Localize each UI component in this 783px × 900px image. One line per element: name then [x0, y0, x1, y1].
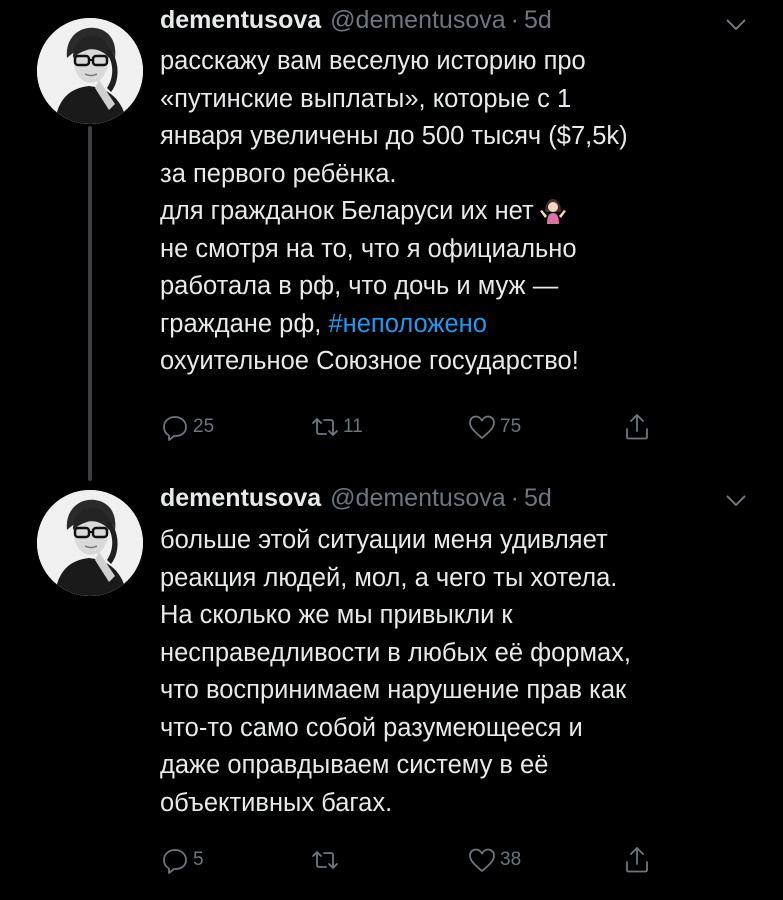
- hashtag-link[interactable]: #неположено: [328, 310, 486, 338]
- separator-dot: ·: [510, 484, 519, 512]
- user-handle[interactable]: @dementusova: [330, 6, 505, 35]
- person-shrugging-emoji: [539, 199, 566, 224]
- retweet-button[interactable]: [310, 843, 343, 877]
- reply-button[interactable]: 5: [160, 843, 204, 877]
- tweet-text-line: реакция людей, мол, а чего ты хотела.: [160, 563, 618, 592]
- tweet-text-line: что-то само собой разумеющееся и: [160, 713, 583, 742]
- tweet-text-line: На сколько же мы привыкли к: [160, 601, 513, 629]
- thread-connector-line: [88, 126, 92, 481]
- display-name[interactable]: dementusova: [160, 484, 321, 513]
- tweet-thread: dementusova @dementusova · 5d расскажу в…: [0, 0, 783, 900]
- like-button[interactable]: 38: [467, 843, 521, 877]
- like-count: 75: [500, 416, 522, 437]
- like-count: 38: [500, 849, 522, 870]
- tweet-header: dementusova @dementusova · 5d: [160, 6, 552, 36]
- retweet-count: 11: [343, 416, 363, 437]
- tweet-text-line: января увеличены до 500 тысяч ($7,5k): [160, 122, 628, 150]
- retweet-icon: [312, 418, 338, 436]
- reply-icon: [163, 849, 187, 874]
- share-icon: [626, 414, 648, 440]
- tweet-text-line: объективных багах.: [160, 788, 393, 817]
- separator-dot: ·: [510, 6, 519, 34]
- share-button[interactable]: [622, 843, 652, 877]
- avatar-image: [37, 490, 143, 596]
- reply-count: 25: [193, 416, 215, 437]
- heart-icon: [469, 415, 495, 439]
- tweet-text-line-with-hashtag: граждане рф, #неположено: [160, 306, 760, 344]
- tweet-text: расскажу вам веселую историю про «путинс…: [160, 43, 760, 381]
- tweet-actions: 25 11 75: [160, 410, 720, 444]
- retweet-icon: [312, 851, 338, 869]
- tweet-text-line: работала в рф, что дочь и муж —: [160, 272, 559, 300]
- heart-icon: [469, 848, 495, 872]
- tweet-text-line: не смотря на то, что я официально: [160, 234, 577, 263]
- tweet-text-fragment: для гражданок Беларуси их нет: [160, 197, 534, 225]
- timestamp[interactable]: 5d: [524, 6, 552, 35]
- tweet-text: больше этой ситуации меня удивляет реакц…: [160, 522, 760, 822]
- tweet-text-line: охуительное Союзное государство!: [160, 347, 579, 375]
- tweet-text-line: что воспринимаем нарушение прав как: [160, 676, 627, 704]
- tweet-actions: 5 38: [160, 843, 720, 877]
- reply-icon: [163, 416, 187, 441]
- avatar[interactable]: [37, 18, 143, 124]
- tweet-text-line: расскажу вам веселую историю про: [160, 47, 586, 75]
- tweet-text-line: больше этой ситуации меня удивляет: [160, 526, 608, 554]
- tweet-header: dementusova @dementusova · 5d: [160, 484, 552, 514]
- display-name[interactable]: dementusova: [160, 6, 321, 35]
- reply-button[interactable]: 25: [160, 410, 214, 444]
- avatar-image: [37, 18, 143, 124]
- tweet-text-line: «путинские выплаты», которые с 1: [160, 84, 572, 113]
- user-handle[interactable]: @dementusova: [330, 484, 505, 513]
- tweet-text-fragment: граждане рф,: [160, 309, 322, 338]
- tweet-text-line: даже оправдываем систему в её: [160, 751, 549, 779]
- like-button[interactable]: 75: [467, 410, 521, 444]
- timestamp[interactable]: 5d: [524, 484, 552, 513]
- avatar[interactable]: [37, 490, 143, 596]
- share-button[interactable]: [622, 410, 652, 444]
- tweet-text-line-with-emoji: для гражданок Беларуси их нет: [160, 193, 760, 231]
- tweet-text-line: за первого ребёнка.: [160, 159, 397, 188]
- chevron-down-icon[interactable]: [725, 494, 747, 508]
- chevron-down-icon[interactable]: [725, 18, 747, 32]
- tweet[interactable]: dementusova @dementusova · 5d больше это…: [0, 470, 783, 900]
- reply-count: 5: [193, 849, 204, 870]
- tweet-text-line: несправедливости в любых её формах,: [160, 638, 632, 667]
- tweet[interactable]: dementusova @dementusova · 5d расскажу в…: [0, 0, 783, 481]
- retweet-button[interactable]: 11: [310, 410, 363, 444]
- share-icon: [626, 847, 648, 873]
